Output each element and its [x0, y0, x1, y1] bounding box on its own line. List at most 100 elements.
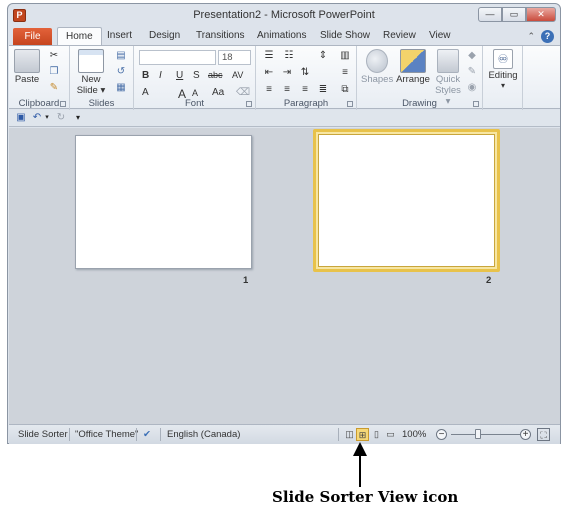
smartart-icon[interactable]: ⧉ [338, 84, 352, 96]
save-icon[interactable]: ▣ [15, 112, 27, 124]
normal-view-icon[interactable]: ◫ [343, 428, 356, 441]
pointer-arrow-line [359, 447, 361, 487]
shape-outline-icon[interactable]: ✎ [465, 66, 479, 78]
align-text-icon[interactable]: ≡ [338, 67, 352, 79]
drawing-launcher-icon[interactable] [473, 101, 479, 107]
tab-transitions[interactable]: Transitions [196, 30, 245, 41]
window-controls: — ▭ ✕ [478, 7, 556, 22]
zoom-level[interactable]: 100% [402, 429, 426, 440]
slide-sorter-view-icon[interactable]: ⊞ [356, 428, 369, 441]
grow-font-button[interactable]: A [142, 87, 149, 98]
character-spacing-button[interactable]: AV [232, 70, 243, 80]
format-painter-icon[interactable]: ✎ [47, 82, 61, 94]
restore-button[interactable]: ▭ [502, 7, 526, 22]
title-bar: P Presentation2 - Microsoft PowerPoint —… [8, 4, 560, 27]
arrange-button[interactable]: Arrange [395, 49, 431, 85]
close-button[interactable]: ✕ [526, 7, 556, 22]
slide-thumbnail-1[interactable] [75, 135, 252, 269]
paste-button[interactable]: Paste [13, 49, 41, 85]
tab-view[interactable]: View [429, 30, 451, 41]
theme-status[interactable]: "Office Theme" [75, 429, 138, 440]
ribbon-minimize-icon[interactable]: ⌃ [527, 31, 535, 42]
zoom-slider-thumb[interactable] [475, 429, 481, 439]
slides-group: New Slide ▾ ▤ ↺ ▦ Slides [70, 46, 134, 110]
align-right-icon[interactable]: ≡ [298, 84, 312, 96]
clear-formatting-icon[interactable]: ⌫ [236, 87, 250, 98]
editing-button[interactable]: ♾ Editing ▾ [485, 49, 521, 90]
tab-review[interactable]: Review [383, 30, 416, 41]
editing-dropdown-icon: ▾ [500, 81, 505, 90]
status-divider [69, 428, 70, 441]
view-name-status: Slide Sorter [18, 429, 68, 440]
clipboard-launcher-icon[interactable] [60, 101, 66, 107]
customize-qat-icon[interactable]: ▾ [72, 112, 84, 124]
paragraph-launcher-icon[interactable] [347, 101, 353, 107]
decrease-font-button[interactable]: A [192, 88, 198, 98]
tab-design[interactable]: Design [149, 30, 180, 41]
numbering-icon[interactable]: ☷ [282, 50, 296, 62]
reading-view-icon[interactable]: ▯ [370, 428, 383, 441]
center-icon[interactable]: ≡ [280, 84, 294, 96]
shapes-icon [366, 49, 388, 73]
clipboard-icon [14, 49, 40, 73]
paragraph-group: ☰ ☷ ⇕ ▥ ⇤ ⇥ ⇅ ≡ ≡ ≡ ≡ ≣ ⧉ Paragraph [256, 46, 357, 110]
minimize-button[interactable]: — [478, 7, 502, 22]
columns-icon[interactable]: ▥ [338, 50, 352, 62]
new-slide-label-line1: New [81, 74, 101, 85]
font-size-box[interactable]: 18 [218, 50, 251, 65]
tab-insert[interactable]: Insert [107, 30, 132, 41]
slide-show-view-icon[interactable]: ▭ [384, 428, 397, 441]
shadow-button[interactable]: S [193, 70, 200, 81]
layout-icon[interactable]: ▤ [114, 50, 128, 62]
slide-sorter-area: 1 2 [9, 128, 560, 424]
tab-home[interactable]: Home [57, 27, 102, 46]
increase-indent-icon[interactable]: ⇥ [280, 67, 294, 79]
tab-slide-show[interactable]: Slide Show [320, 30, 370, 41]
reset-icon[interactable]: ↺ [114, 66, 128, 78]
zoom-slider-track[interactable] [451, 434, 525, 435]
underline-button[interactable]: U [176, 70, 183, 81]
shape-fill-icon[interactable]: ◆ [465, 50, 479, 62]
line-spacing-icon[interactable]: ⇕ [316, 50, 330, 62]
bullets-icon[interactable]: ☰ [262, 50, 276, 62]
font-launcher-icon[interactable] [246, 101, 252, 107]
shape-effects-icon[interactable]: ◉ [465, 82, 479, 94]
editing-label: Editing [488, 70, 518, 81]
zoom-in-button[interactable]: + [520, 429, 531, 440]
undo-dropdown-icon[interactable]: ▾ [41, 112, 53, 124]
tab-file[interactable]: File [13, 28, 52, 46]
status-bar: Slide Sorter "Office Theme" ✔ English (C… [9, 424, 560, 444]
cut-icon[interactable]: ✂ [47, 50, 61, 62]
slide-thumbnail-2[interactable] [318, 134, 495, 267]
proofing-check-icon[interactable]: ✔ [143, 429, 151, 440]
new-slide-button[interactable]: New Slide ▾ [76, 49, 106, 96]
arrange-label: Arrange [396, 74, 430, 85]
text-direction-icon[interactable]: ⇅ [298, 67, 312, 79]
tab-animations[interactable]: Animations [257, 30, 306, 41]
align-left-icon[interactable]: ≡ [262, 84, 276, 96]
binoculars-icon: ♾ [493, 49, 513, 69]
strikethrough-button[interactable]: abc [208, 70, 223, 80]
drawing-group: Shapes Arrange Quick Styles ▾ ◆ ✎ ◉ Draw… [357, 46, 483, 110]
fit-to-window-icon[interactable]: ⛶ [537, 428, 550, 441]
change-case-button[interactable]: Aa [212, 87, 224, 98]
ribbon-help-cluster: ⌃ ? [527, 30, 554, 43]
shapes-button[interactable]: Shapes [361, 49, 393, 85]
editing-group: ♾ Editing ▾ [483, 46, 523, 110]
status-divider [136, 428, 137, 441]
help-icon[interactable]: ? [541, 30, 554, 43]
slides-group-label: Slides [88, 98, 115, 109]
decrease-indent-icon[interactable]: ⇤ [262, 67, 276, 79]
bold-button[interactable]: B [142, 70, 149, 81]
font-name-box[interactable] [139, 50, 216, 65]
language-status[interactable]: English (Canada) [167, 429, 240, 440]
paste-label: Paste [14, 74, 40, 85]
justify-icon[interactable]: ≣ [316, 84, 330, 96]
copy-icon[interactable]: ❐ [47, 66, 61, 78]
italic-button[interactable]: I [159, 70, 162, 81]
section-icon[interactable]: ▦ [114, 82, 128, 94]
slide-thumbnail-2-selected[interactable] [313, 129, 500, 272]
font-group-label: Font [184, 98, 204, 109]
redo-icon[interactable]: ↻ [55, 112, 67, 124]
zoom-out-button[interactable]: − [436, 429, 447, 440]
